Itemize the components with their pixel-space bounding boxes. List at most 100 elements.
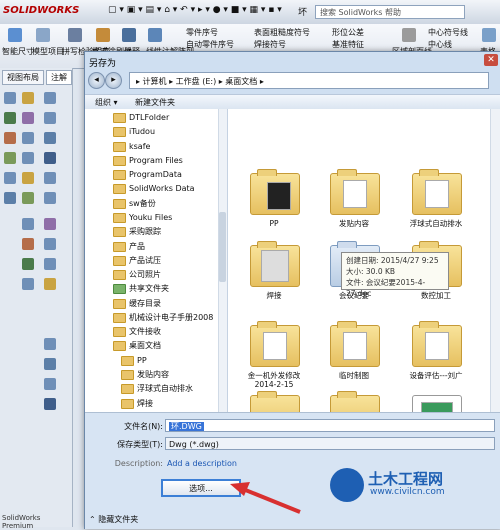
tool-icon[interactable] (22, 112, 34, 124)
tool-icon[interactable] (44, 258, 56, 270)
ribbon-surface-finish[interactable]: 表面粗糙度符号 (254, 27, 310, 38)
tree-item-selected[interactable]: 桌面文档 (113, 339, 161, 353)
ribbon-auto-balloon[interactable]: 自动零件序号 (186, 39, 234, 50)
folder-tree[interactable]: DTLFolder iTudou ksafe Program Files Pro… (85, 109, 228, 412)
image-thumbnail-icon (412, 395, 462, 412)
tree-item[interactable]: DTLFolder (113, 111, 169, 125)
tree-item[interactable]: 采购跟踪 (113, 225, 161, 239)
help-search-input[interactable]: 搜索 SolidWorks 帮助 (315, 5, 465, 19)
tool-icon[interactable] (44, 218, 56, 230)
model-items-icon[interactable] (36, 28, 50, 42)
tool-icon[interactable] (4, 132, 16, 144)
ribbon-center-mark[interactable]: 中心符号线 (428, 27, 468, 38)
back-icon[interactable]: ◂ (88, 72, 105, 89)
ribbon-datum-feature[interactable]: 基准特征 (332, 39, 364, 50)
tool-icon[interactable] (44, 238, 56, 250)
tree-item[interactable]: 焊接 (121, 397, 153, 411)
forward-icon[interactable]: ▸ (105, 72, 122, 89)
tree-item[interactable]: 产品试压 (113, 254, 161, 268)
hide-folders-toggle[interactable]: ⌃ 隐藏文件夹 (89, 514, 138, 525)
ribbon-geometric-tolerance[interactable]: 形位公差 (332, 27, 364, 38)
tree-item[interactable]: 机械设计电子手册2008 (113, 311, 213, 325)
toolbar-text: 坏 (298, 8, 308, 18)
command-bar: 组织 ▾ 新建文件夹 (85, 94, 500, 110)
tool-icon[interactable] (44, 278, 56, 290)
tree-item[interactable]: iTudou (113, 125, 155, 139)
description-link[interactable]: Add a description (167, 459, 237, 468)
tree-item[interactable]: ProgramData (113, 168, 182, 182)
address-bar[interactable]: ▸ 计算机 ▸ 工作盘 (E:) ▸ 桌面文档 ▸ (129, 72, 489, 89)
ribbon-centerline[interactable]: 中心线 (428, 39, 452, 50)
tool-icon[interactable] (4, 172, 16, 184)
tooltip-size: 大小: 30.0 KB (346, 267, 396, 276)
tool-icon[interactable] (22, 132, 34, 144)
folder-icon (250, 241, 300, 287)
ribbon-model-items[interactable]: 模型项目 (32, 46, 64, 57)
tree-item[interactable]: 共享文件夹 (113, 282, 169, 296)
tree-item[interactable]: sw备份 (113, 197, 156, 211)
folder-icon (250, 169, 300, 215)
tooltip-created: 创建日期: 2015/4/27 9:25 (346, 256, 439, 265)
tree-scroll-thumb[interactable] (219, 212, 226, 282)
folder-icon (250, 321, 300, 367)
tree-item[interactable]: Youku Files (113, 211, 172, 225)
tree-item[interactable]: 浮球式自动排水 (121, 382, 193, 396)
tool-icon[interactable] (44, 112, 56, 124)
hatch-icon[interactable] (402, 28, 416, 42)
smart-dimension-icon[interactable] (8, 28, 22, 42)
tree-item[interactable]: Program Files (113, 154, 183, 168)
left-panel: 视图布局 注解 SolidWorks Premium (0, 68, 73, 530)
tool-icon[interactable] (4, 192, 16, 204)
tool-icon[interactable] (44, 132, 56, 144)
tool-icon[interactable] (22, 238, 34, 250)
tool-icon[interactable] (44, 192, 56, 204)
tool-icon[interactable] (4, 112, 16, 124)
toolbar-icons[interactable]: ▢ ▾ ▣ ▾ ▤ ▾ ⌂ ▾ ↶ ▾ ▸ ▾ ● ▾ ■ ▾ ▦ ▾ ▪ ▾ (108, 5, 282, 15)
tree-item[interactable]: 产品 (113, 240, 145, 254)
tool-icon[interactable] (44, 172, 56, 184)
format-painter-icon[interactable] (96, 28, 110, 42)
tree-item[interactable]: 发贴内容 (121, 368, 169, 382)
tree-item[interactable]: SolidWorks Data (113, 182, 195, 196)
tool-icon[interactable] (44, 152, 56, 164)
filename-input[interactable]: 环.DWG (165, 419, 495, 432)
close-button[interactable]: ✕ (484, 54, 498, 66)
tool-icon[interactable] (22, 152, 34, 164)
ribbon-weld-symbol[interactable]: 焊接符号 (254, 39, 286, 50)
tool-icon[interactable] (22, 278, 34, 290)
tool-icon[interactable] (44, 358, 56, 370)
tool-icon[interactable] (44, 398, 56, 410)
tree-item[interactable]: 文件接收 (113, 325, 161, 339)
tool-icon[interactable] (22, 92, 34, 104)
tree-item[interactable]: 公司照片 (113, 268, 161, 282)
linear-pattern-icon[interactable] (148, 28, 162, 42)
app-titlebar: SOLIDWORKS ▢ ▾ ▣ ▾ ▤ ▾ ⌂ ▾ ↶ ▾ ▸ ▾ ● ▾ ■… (0, 0, 500, 25)
watermark-url: www.civilcn.com (370, 487, 445, 497)
file-scrollbar[interactable] (490, 109, 500, 412)
status-text: SolidWorks Premium (2, 514, 41, 530)
tree-item[interactable]: ksafe (113, 140, 150, 154)
tree-item[interactable]: PP (121, 354, 147, 368)
tool-icon[interactable] (22, 258, 34, 270)
note-icon[interactable] (122, 28, 136, 42)
tool-icon[interactable] (44, 378, 56, 390)
table-icon[interactable] (482, 28, 496, 42)
folder-icon (412, 321, 462, 367)
tab-annotation[interactable]: 注解 (46, 70, 72, 85)
tool-icon[interactable] (22, 218, 34, 230)
tool-icon[interactable] (44, 338, 56, 350)
tree-item[interactable]: 缓存目录 (113, 297, 161, 311)
tool-icon[interactable] (4, 152, 16, 164)
tab-view-layout[interactable]: 视图布局 (2, 70, 44, 85)
organize-button[interactable]: 组织 ▾ (95, 97, 118, 108)
tool-icon[interactable] (44, 92, 56, 104)
ribbon-balloon[interactable]: 零件序号 (186, 27, 218, 38)
tool-icon[interactable] (22, 192, 34, 204)
ribbon-smart-dimension[interactable]: 智能尺寸 (2, 46, 34, 57)
tool-icon[interactable] (4, 92, 16, 104)
new-folder-button[interactable]: 新建文件夹 (135, 97, 175, 108)
spell-check-icon[interactable] (68, 28, 82, 42)
options-button[interactable]: 选项... (161, 479, 241, 497)
tool-icon[interactable] (22, 172, 34, 184)
filetype-select[interactable]: Dwg (*.dwg) (165, 437, 495, 450)
